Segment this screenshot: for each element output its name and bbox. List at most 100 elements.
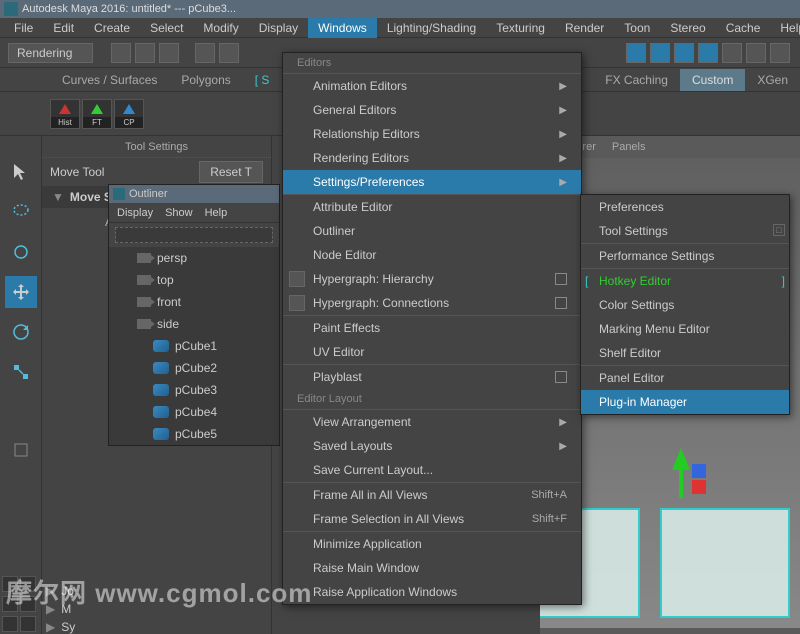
render-layer-button[interactable] (698, 43, 718, 63)
outliner-item[interactable]: pCube4 (109, 401, 279, 423)
menu-item[interactable]: Settings/Preferences▶ (283, 170, 581, 194)
submenu-item[interactable]: Performance Settings (581, 244, 789, 268)
menu-render[interactable]: Render (555, 18, 614, 38)
layout-btn[interactable] (20, 576, 36, 592)
menu-texturing[interactable]: Texturing (486, 18, 555, 38)
menu-modify[interactable]: Modify (193, 18, 248, 38)
grid-button[interactable] (746, 43, 766, 63)
menu-item[interactable]: Save Current Layout... (283, 458, 581, 482)
menu-item[interactable]: Outliner (283, 219, 581, 243)
menu-item[interactable]: Animation Editors▶ (283, 74, 581, 98)
option-checkbox[interactable] (555, 273, 567, 285)
outliner-item[interactable]: pCube2 (109, 357, 279, 379)
menu-item[interactable]: UV Editor (283, 340, 581, 364)
outliner-menu-item[interactable]: Help (205, 207, 228, 219)
outliner-titlebar[interactable]: Outliner (109, 185, 279, 203)
channel-tab[interactable]: Sy (61, 620, 75, 634)
menu-file[interactable]: File (4, 18, 43, 38)
channel-tab[interactable]: M (61, 602, 71, 616)
outliner-item[interactable]: pCube3 (109, 379, 279, 401)
outliner-item[interactable]: side (109, 313, 279, 335)
shelf-tab[interactable]: FX Caching (593, 69, 680, 91)
menu-item[interactable]: Playblast (283, 365, 581, 389)
menu-windows[interactable]: Windows (308, 18, 377, 38)
menu-select[interactable]: Select (140, 18, 193, 38)
menu-item[interactable]: Rendering Editors▶ (283, 146, 581, 170)
menu-item[interactable]: View Arrangement▶ (283, 410, 581, 434)
viewport-menu-item[interactable]: Panels (612, 141, 646, 153)
menu-item[interactable]: Minimize Application (283, 532, 581, 556)
outliner-item[interactable]: pCube5 (109, 423, 279, 445)
menu-toon[interactable]: Toon (614, 18, 660, 38)
shelf-icon-cp[interactable]: CP (114, 99, 144, 129)
menu-cache[interactable]: Cache (716, 18, 771, 38)
select-tool[interactable] (5, 156, 37, 188)
submenu-item[interactable]: Color Settings (581, 293, 789, 317)
option-checkbox[interactable] (555, 297, 567, 309)
lock-button[interactable] (722, 43, 742, 63)
lasso-tool[interactable] (5, 196, 37, 228)
menu-stereo[interactable]: Stereo (660, 18, 715, 38)
render-settings-button[interactable] (674, 43, 694, 63)
shelf-tab[interactable]: Custom (680, 69, 745, 91)
paint-select-tool[interactable] (5, 236, 37, 268)
outliner-item[interactable]: front (109, 291, 279, 313)
layout-btn[interactable] (20, 596, 36, 612)
menu-item[interactable]: Paint Effects (283, 316, 581, 340)
menu-item[interactable]: Node Editor (283, 243, 581, 267)
shelf-tab[interactable]: Curves / Surfaces (50, 69, 169, 91)
render-button[interactable] (626, 43, 646, 63)
menu-item[interactable]: Raise Application Windows (283, 580, 581, 604)
submenu-item[interactable]: Tool Settings□ (581, 219, 789, 243)
menu-item[interactable]: Hypergraph: Hierarchy (283, 267, 581, 291)
redo-button[interactable] (219, 43, 239, 63)
snap-tool[interactable] (5, 434, 37, 466)
menu-help[interactable]: Help (770, 18, 800, 38)
scale-tool[interactable] (5, 356, 37, 388)
menu-item[interactable]: Relationship Editors▶ (283, 122, 581, 146)
cube-mesh[interactable] (660, 508, 790, 618)
layout-btn[interactable] (2, 616, 18, 632)
menu-item[interactable]: Raise Main Window (283, 556, 581, 580)
save-scene-button[interactable] (159, 43, 179, 63)
menu-lightingshading[interactable]: Lighting/Shading (377, 18, 486, 38)
submenu-item[interactable]: Marking Menu Editor (581, 317, 789, 341)
reset-tool-button[interactable]: Reset T (199, 161, 263, 183)
layout-btn[interactable] (2, 576, 18, 592)
option-checkbox[interactable] (555, 371, 567, 383)
workspace-dropdown[interactable]: Rendering (8, 43, 93, 63)
menu-item[interactable]: Hypergraph: Connections (283, 291, 581, 315)
menu-edit[interactable]: Edit (43, 18, 84, 38)
shelf-tab[interactable]: Polygons (169, 69, 242, 91)
shelf-icon-ft[interactable]: FT (82, 99, 112, 129)
submenu-item[interactable]: Panel Editor (581, 366, 789, 390)
menu-create[interactable]: Create (84, 18, 140, 38)
submenu-item[interactable]: Preferences (581, 195, 789, 219)
submenu-item[interactable]: [Hotkey Editor] (581, 269, 789, 293)
menu-item[interactable]: Attribute Editor (283, 195, 581, 219)
outliner-menu-item[interactable]: Show (165, 207, 193, 219)
shelf-tab[interactable]: XGen (745, 69, 800, 91)
outliner-item[interactable]: persp (109, 247, 279, 269)
outliner-item[interactable]: top (109, 269, 279, 291)
move-tool[interactable] (5, 276, 37, 308)
shelf-icon-hist[interactable]: Hist (50, 99, 80, 129)
channel-tab[interactable]: Jo (61, 584, 74, 598)
outliner-search-input[interactable] (115, 227, 273, 243)
outliner-menu-item[interactable]: Display (117, 207, 153, 219)
rotate-tool[interactable] (5, 316, 37, 348)
layout-btn[interactable] (20, 616, 36, 632)
menu-display[interactable]: Display (249, 18, 308, 38)
ipr-button[interactable] (650, 43, 670, 63)
outliner-item[interactable]: pCube1 (109, 335, 279, 357)
menu-item[interactable]: Frame Selection in All ViewsShift+F (283, 507, 581, 531)
config-icon[interactable]: □ (773, 224, 785, 236)
open-scene-button[interactable] (135, 43, 155, 63)
submenu-item[interactable]: Plug-in Manager (581, 390, 789, 414)
undo-button[interactable] (195, 43, 215, 63)
menu-item[interactable]: General Editors▶ (283, 98, 581, 122)
new-scene-button[interactable] (111, 43, 131, 63)
menu-item[interactable]: Saved Layouts▶ (283, 434, 581, 458)
menu-item[interactable]: Frame All in All ViewsShift+A (283, 483, 581, 507)
shelf-button[interactable] (770, 43, 790, 63)
